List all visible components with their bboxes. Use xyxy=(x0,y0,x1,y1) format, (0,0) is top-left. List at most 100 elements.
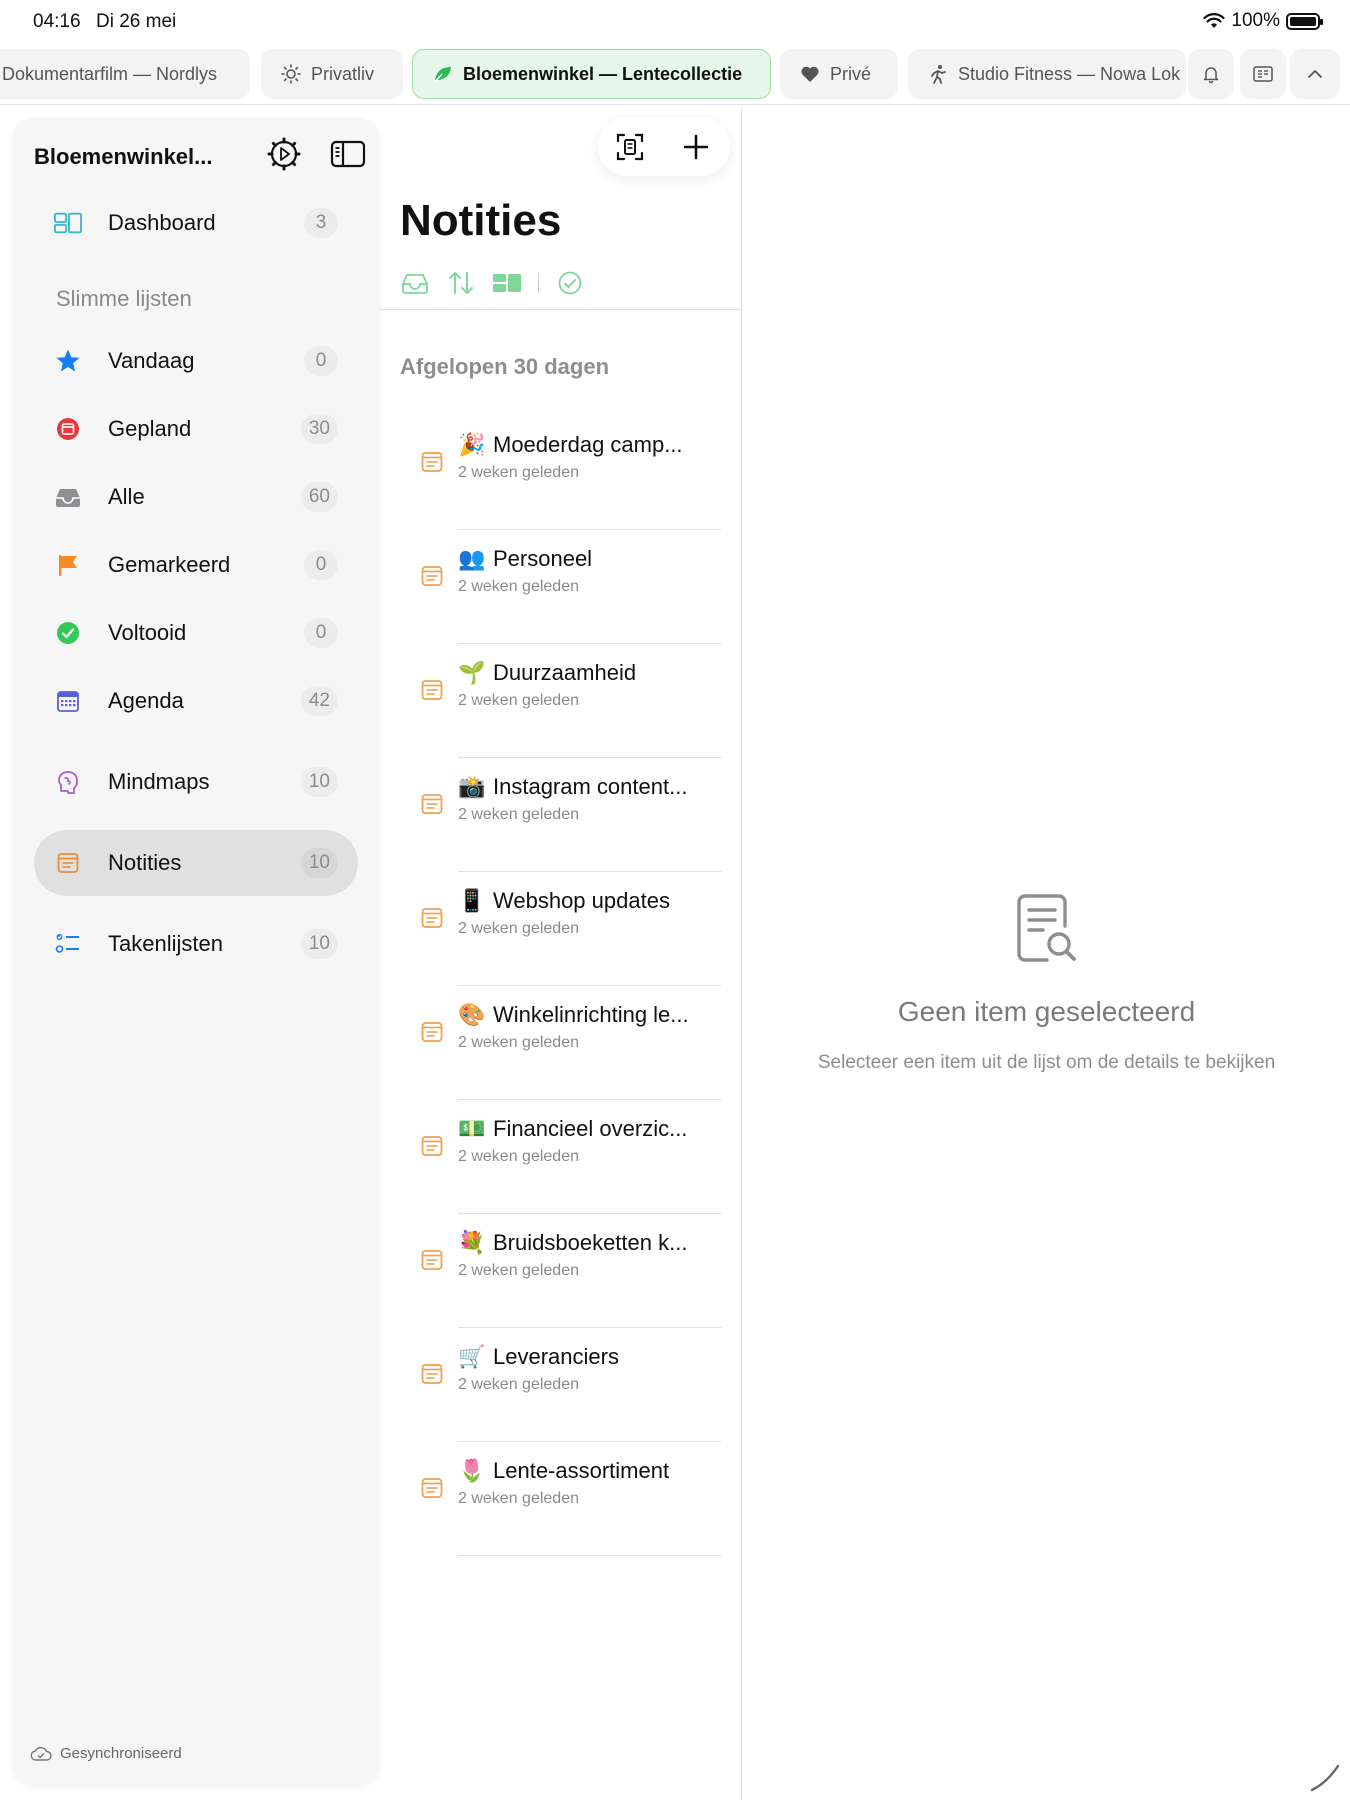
count-badge: 0 xyxy=(304,618,338,648)
sidebar-header: Bloemenwinkel... xyxy=(34,134,366,174)
sidebar-item-notities[interactable]: Notities 10 xyxy=(34,830,358,896)
note-title: Financieel overzic... xyxy=(493,1116,688,1141)
flag-icon xyxy=(54,551,82,579)
count-badge: 10 xyxy=(300,848,338,878)
sidebar-item-vandaag[interactable]: Vandaag 0 xyxy=(34,328,358,394)
note-emoji: 💵 xyxy=(458,1116,486,1141)
tab-bar: Dokumentarfilm — Nordlys Privatliv Bloem… xyxy=(0,47,1350,105)
check-circle-icon xyxy=(54,619,82,647)
dashboard-icon xyxy=(54,209,82,237)
count-badge: 60 xyxy=(300,482,338,512)
note-icon xyxy=(54,849,82,877)
tab-privatliv[interactable]: Privatliv xyxy=(261,49,403,99)
sidebar-item-takenlijsten[interactable]: Takenlijsten 10 xyxy=(34,911,358,977)
bell-icon xyxy=(1203,67,1219,84)
layout-toggle-button[interactable] xyxy=(492,268,522,298)
filter-row xyxy=(400,268,601,298)
list-item[interactable]: 🎉 Moederdag camp... 2 weken geleden xyxy=(380,416,742,530)
empty-state-subtitle: Selecteer een item uit de lijst om de de… xyxy=(817,1052,1276,1073)
status-right: 100% xyxy=(1203,10,1323,32)
count-badge: 3 xyxy=(304,208,338,238)
note-emoji: 📱 xyxy=(458,888,486,913)
sidebar-toggle-icon[interactable] xyxy=(330,138,366,170)
sidebar-item-agenda[interactable]: Agenda 42 xyxy=(34,668,358,734)
list-item[interactable]: 🌷 Lente-assortiment 2 weken geleden xyxy=(380,1442,742,1556)
count-badge: 0 xyxy=(304,550,338,580)
note-emoji: 🛒 xyxy=(458,1344,486,1369)
note-icon xyxy=(421,566,443,586)
note-title: Personeel xyxy=(493,546,593,571)
sidebar-item-voltooid[interactable]: Voltooid 0 xyxy=(34,600,358,666)
list-item[interactable]: 🛒 Leveranciers 2 weken geleden xyxy=(380,1328,742,1442)
row-divider xyxy=(458,1555,722,1556)
note-timestamp: 2 weken geleden xyxy=(458,578,579,595)
wifi-icon xyxy=(1203,13,1225,28)
pencil-hint-icon xyxy=(1310,1764,1340,1792)
note-emoji: 🎉 xyxy=(458,432,486,457)
sidebar-item-label: Agenda xyxy=(108,688,184,713)
completed-filter-button[interactable] xyxy=(555,268,585,298)
sidebar-item-gemarkeerd[interactable]: Gemarkeerd 0 xyxy=(34,532,358,598)
settings-gear-icon[interactable] xyxy=(266,136,302,172)
brain-icon xyxy=(54,768,82,796)
sync-status: Gesynchroniseerd xyxy=(30,1745,182,1762)
sort-arrows-icon xyxy=(449,272,473,294)
note-emoji: 💐 xyxy=(458,1230,486,1255)
empty-state-title: Geen item geselecteerd xyxy=(897,996,1196,1027)
note-icon xyxy=(421,1478,443,1498)
sidebar-item-label: Vandaag xyxy=(108,348,195,373)
sidebar-item-gepland[interactable]: Gepland 30 xyxy=(34,396,358,462)
reader-button[interactable] xyxy=(1240,49,1286,99)
count-badge: 0 xyxy=(304,346,338,376)
leaf-icon xyxy=(433,64,453,84)
section-heading-smart-lists: Slimme lijsten xyxy=(56,286,192,311)
note-timestamp: 2 weken geleden xyxy=(458,1034,579,1051)
note-emoji: 🌱 xyxy=(458,660,486,685)
note-timestamp: 2 weken geleden xyxy=(458,1490,579,1507)
tab-prive[interactable]: Privé xyxy=(780,49,898,99)
workspace-title[interactable]: Bloemenwinkel... xyxy=(34,144,213,170)
battery-icon xyxy=(1286,12,1323,30)
list-item[interactable]: 💵 Financieel overzic... 2 weken geleden xyxy=(380,1100,742,1214)
status-date: Di 26 mei xyxy=(96,11,177,32)
list-item[interactable]: 🌱 Duurzaamheid 2 weken geleden xyxy=(380,644,742,758)
sidebar-item-mindmaps[interactable]: Mindmaps 10 xyxy=(34,749,358,815)
note-emoji: 🌷 xyxy=(458,1458,486,1483)
note-timestamp: 2 weken geleden xyxy=(458,464,579,481)
tab-studio-fitness[interactable]: Studio Fitness — Nowa Lok xyxy=(908,49,1186,99)
check-circle-outline-icon xyxy=(558,271,582,295)
status-bar: 04:16 Di 26 mei 100% xyxy=(0,0,1350,42)
collapse-tabs-button[interactable] xyxy=(1290,49,1340,99)
sidebar-item-label: Gepland xyxy=(108,416,192,441)
scan-document-button[interactable] xyxy=(614,131,646,163)
sort-button[interactable] xyxy=(446,268,476,298)
note-timestamp: 2 weken geleden xyxy=(458,692,579,709)
note-icon xyxy=(421,680,443,700)
list-item[interactable]: 📱 Webshop updates 2 weken geleden xyxy=(380,872,742,986)
count-badge: 10 xyxy=(300,767,338,797)
sidebar-item-alle[interactable]: Alle 60 xyxy=(34,464,358,530)
note-title: Instagram content... xyxy=(493,774,688,799)
tab-label: Privé xyxy=(830,63,872,84)
sidebar-item-label: Dashboard xyxy=(108,210,216,235)
sidebar-item-label: Takenlijsten xyxy=(108,931,223,956)
sidebar-item-dashboard[interactable]: Dashboard 3 xyxy=(34,190,358,256)
list-item[interactable]: 👥 Personeel 2 weken geleden xyxy=(380,530,742,644)
runner-icon xyxy=(928,64,948,84)
add-note-button[interactable] xyxy=(680,131,712,163)
tab-label: Dokumentarfilm — Nordlys xyxy=(2,63,218,84)
note-icon xyxy=(421,794,443,814)
count-badge: 10 xyxy=(300,929,338,959)
sidebar-item-label: Gemarkeerd xyxy=(108,552,231,577)
tab-bloemenwinkel[interactable]: Bloemenwinkel — Lentecollectie xyxy=(412,49,771,99)
list-item[interactable]: 💐 Bruidsboeketten k... 2 weken geleden xyxy=(380,1214,742,1328)
tab-label: Privatliv xyxy=(311,63,375,84)
page-title: Notities xyxy=(400,196,562,245)
inbox-filter-button[interactable] xyxy=(400,268,430,298)
notifications-button[interactable] xyxy=(1188,49,1234,99)
tab-dokumentarfilm[interactable]: Dokumentarfilm — Nordlys xyxy=(0,49,250,99)
list-item[interactable]: 📸 Instagram content... 2 weken geleden xyxy=(380,758,742,872)
note-timestamp: 2 weken geleden xyxy=(458,1148,579,1165)
note-title: Duurzaamheid xyxy=(493,660,637,685)
list-item[interactable]: 🎨 Winkelinrichting le... 2 weken geleden xyxy=(380,986,742,1100)
